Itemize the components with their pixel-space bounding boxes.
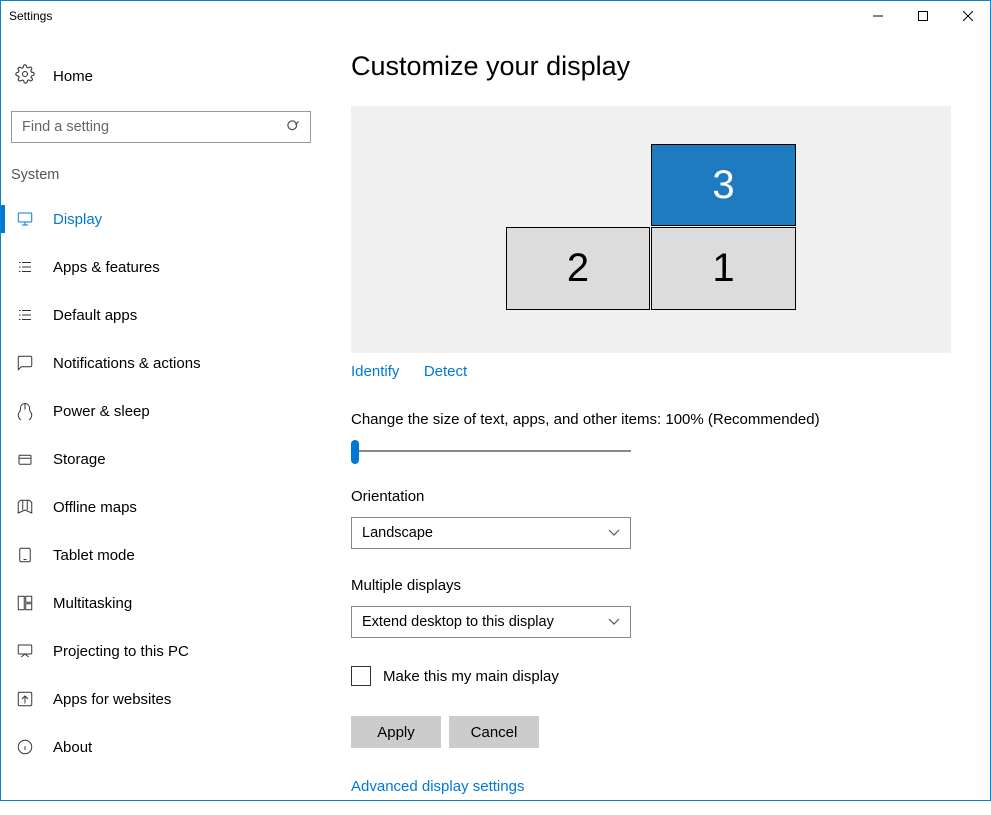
multiple-displays-label: Multiple displays <box>351 577 948 594</box>
home-label: Home <box>53 68 93 85</box>
sidebar-item-apps-for-websites[interactable]: Apps for websites <box>1 675 321 723</box>
orientation-select[interactable]: Landscape <box>351 517 631 549</box>
nav-label: Default apps <box>53 307 137 324</box>
nav-icon <box>15 353 35 373</box>
sidebar-item-storage[interactable]: Storage <box>1 435 321 483</box>
orientation-value: Landscape <box>362 525 433 541</box>
nav-label: Storage <box>53 451 106 468</box>
orientation-label: Orientation <box>351 488 948 505</box>
nav-label: Notifications & actions <box>53 355 201 372</box>
content: Customize your display 321 Identify Dete… <box>321 31 990 815</box>
monitor-3[interactable]: 3 <box>651 144 796 226</box>
maximize-button[interactable] <box>900 1 945 31</box>
nav-icon <box>15 641 35 661</box>
nav-label: Display <box>53 211 102 228</box>
settings-window: Settings Home System Display Apps & featu… <box>0 0 991 801</box>
nav-label: Apps & features <box>53 259 160 276</box>
nav-icon <box>15 593 35 613</box>
sidebar-item-power-sleep[interactable]: Power & sleep <box>1 387 321 435</box>
scale-label: Change the size of text, apps, and other… <box>351 411 948 428</box>
search-icon <box>286 119 301 139</box>
advanced-link[interactable]: Advanced display settings <box>351 778 928 795</box>
sidebar-group-label: System <box>1 165 321 195</box>
nav-label: Projecting to this PC <box>53 643 189 660</box>
detect-link[interactable]: Detect <box>424 363 467 380</box>
sidebar: Home System Display Apps & features Defaul… <box>1 31 321 815</box>
nav-icon <box>15 737 35 757</box>
sidebar-item-apps-features[interactable]: Apps & features <box>1 243 321 291</box>
nav-icon <box>15 209 35 229</box>
nav-icon <box>15 257 35 277</box>
sidebar-item-projecting-to-this-pc[interactable]: Projecting to this PC <box>1 627 321 675</box>
sidebar-item-default-apps[interactable]: Default apps <box>1 291 321 339</box>
nav-icon <box>15 401 35 421</box>
page-title: Customize your display <box>351 51 948 82</box>
nav-icon <box>15 305 35 325</box>
nav-label: About <box>53 739 92 756</box>
nav-label: Offline maps <box>53 499 137 516</box>
sidebar-item-display[interactable]: Display <box>1 195 321 243</box>
titlebar: Settings <box>1 1 990 31</box>
chevron-down-icon <box>608 615 620 629</box>
home-button[interactable]: Home <box>1 56 321 107</box>
nav-label: Tablet mode <box>53 547 135 564</box>
sidebar-item-offline-maps[interactable]: Offline maps <box>1 483 321 531</box>
nav-label: Apps for websites <box>53 691 171 708</box>
identify-link[interactable]: Identify <box>351 363 399 380</box>
multiple-displays-select[interactable]: Extend desktop to this display <box>351 606 631 638</box>
nav-icon <box>15 449 35 469</box>
gear-icon <box>15 64 35 89</box>
main-display-checkbox[interactable] <box>351 666 371 686</box>
multiple-displays-value: Extend desktop to this display <box>362 614 554 630</box>
nav-label: Power & sleep <box>53 403 150 420</box>
sidebar-item-tablet-mode[interactable]: Tablet mode <box>1 531 321 579</box>
cancel-button[interactable]: Cancel <box>449 716 539 748</box>
window-title: Settings <box>9 9 52 23</box>
nav-icon <box>15 545 35 565</box>
close-button[interactable] <box>945 1 990 31</box>
apply-button[interactable]: Apply <box>351 716 441 748</box>
chevron-down-icon <box>608 526 620 540</box>
nav-icon <box>15 497 35 517</box>
monitor-2[interactable]: 2 <box>506 227 650 310</box>
display-arrangement[interactable]: 321 <box>351 106 951 353</box>
minimize-button[interactable] <box>855 1 900 31</box>
sidebar-item-about[interactable]: About <box>1 723 321 771</box>
nav-label: Multitasking <box>53 595 132 612</box>
scale-slider[interactable] <box>351 440 631 464</box>
search-input[interactable] <box>11 111 311 143</box>
nav-icon <box>15 689 35 709</box>
monitor-1[interactable]: 1 <box>651 227 796 310</box>
main-display-label: Make this my main display <box>383 668 559 685</box>
sidebar-item-notifications-actions[interactable]: Notifications & actions <box>1 339 321 387</box>
sidebar-item-multitasking[interactable]: Multitasking <box>1 579 321 627</box>
